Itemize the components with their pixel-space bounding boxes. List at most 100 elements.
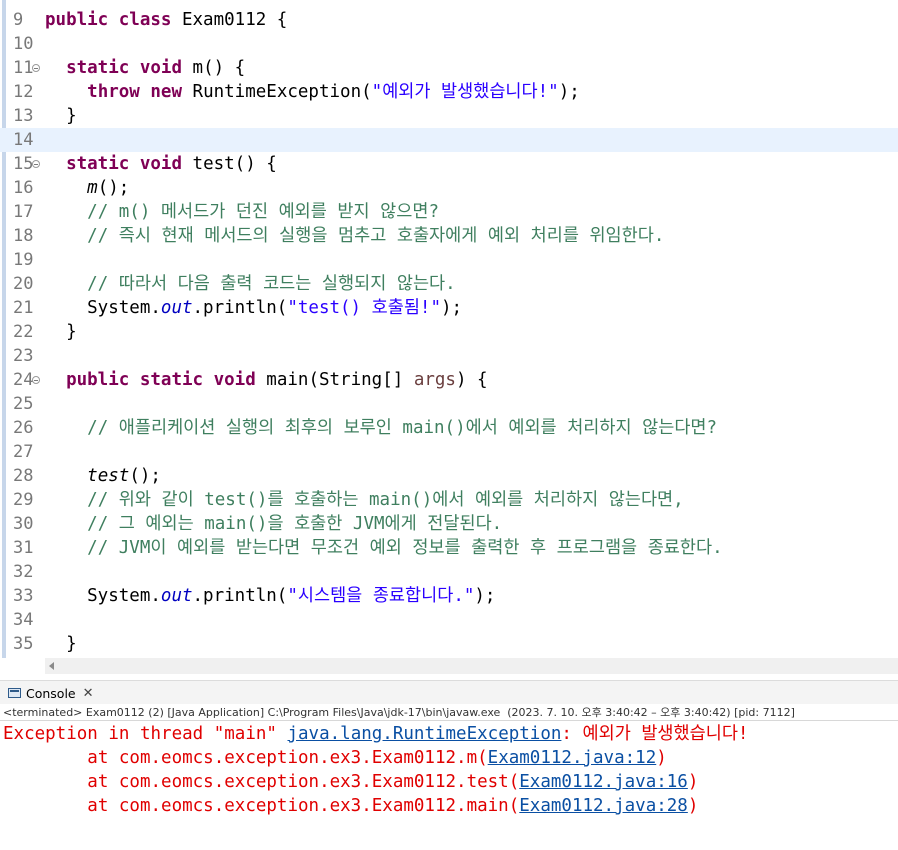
- code-text: test();: [45, 464, 161, 488]
- horizontal-scrollbar[interactable]: [45, 658, 898, 674]
- code-token: public: [45, 10, 109, 30]
- code-text: System.out.println("시스템을 종료합니다.");: [45, 584, 495, 608]
- console-status: <terminated> Exam0112 (2) [Java Applicat…: [0, 704, 898, 721]
- line-number: 30: [13, 514, 34, 534]
- error-text: at com.eomcs.exception.ex3.Exam0112.main…: [3, 796, 520, 816]
- code-text: }: [45, 320, 77, 344]
- stack-trace-link[interactable]: Exam0112.java:16: [519, 772, 688, 792]
- code-token: public: [66, 370, 130, 390]
- console-icon: [8, 688, 21, 698]
- error-text: : 예외가 발생했습니다!: [561, 724, 749, 744]
- close-icon[interactable]: ✕: [83, 686, 94, 701]
- code-line[interactable]: 22 }: [0, 320, 898, 344]
- code-text: // 따라서 다음 출력 코드는 실행되지 않는다.: [45, 272, 456, 296]
- code-line[interactable]: 14: [0, 128, 898, 152]
- code-line[interactable]: 31 // JVM이 예외를 받는다면 무조건 예외 정보를 출력한 후 프로그…: [0, 536, 898, 560]
- code-text: static void test() {: [45, 152, 277, 176]
- code-token: // 즉시 현재 메서드의 실행을 멈추고 호출자에게 예외 처리를 위임한다.: [87, 226, 665, 246]
- code-line[interactable]: 25: [0, 392, 898, 416]
- line-number: 22: [13, 322, 34, 342]
- line-number: 19: [13, 250, 34, 270]
- line-number: 13: [13, 106, 34, 126]
- code-token: }: [45, 322, 77, 342]
- code-line[interactable]: 17 // m() 메서드가 던진 예외를 받지 않으면?: [0, 200, 898, 224]
- console-output-line: Exception in thread "main" java.lang.Run…: [3, 722, 748, 746]
- code-text: public class Exam0112 {: [45, 8, 287, 32]
- line-number: 18: [13, 226, 34, 246]
- code-line[interactable]: 23: [0, 344, 898, 368]
- code-line[interactable]: 10: [0, 32, 898, 56]
- code-line[interactable]: 32: [0, 560, 898, 584]
- error-text: ): [687, 796, 699, 816]
- scroll-left-arrow-icon[interactable]: [49, 662, 54, 670]
- line-number: 31: [13, 538, 34, 558]
- code-token: m: [87, 178, 98, 198]
- line-number: 25: [13, 394, 34, 414]
- line-number: 14: [13, 130, 34, 150]
- line-number: 16: [13, 178, 34, 198]
- line-number: 23: [13, 346, 34, 366]
- code-line[interactable]: 34: [0, 608, 898, 632]
- stack-trace-link[interactable]: Exam0112.java:28: [519, 796, 688, 816]
- code-line[interactable]: 21 System.out.println("test() 호출됨!");: [0, 296, 898, 320]
- code-token: args: [413, 370, 456, 390]
- code-line[interactable]: 18 // 즉시 현재 메서드의 실행을 멈추고 호출자에게 예외 처리를 위임…: [0, 224, 898, 248]
- line-number: 35: [13, 634, 34, 654]
- code-editor[interactable]: 9 public class Exam0112 { 10 11 static void…: [0, 0, 898, 658]
- code-line[interactable]: 24 public static void main(String[] args…: [0, 368, 898, 392]
- code-line[interactable]: 19: [0, 248, 898, 272]
- code-token: }: [45, 106, 77, 126]
- code-token: RuntimeException(: [182, 82, 372, 102]
- code-token: // JVM이 예외를 받는다면 무조건 예외 정보를 출력한 후 프로그램을 …: [87, 538, 723, 558]
- code-text: }: [45, 104, 77, 128]
- code-line[interactable]: 16 m();: [0, 176, 898, 200]
- code-token: class: [118, 10, 172, 30]
- console-output-line: at com.eomcs.exception.ex3.Exam0112.main…: [3, 794, 698, 818]
- code-token: test: [87, 466, 130, 486]
- code-line[interactable]: 28 test();: [0, 464, 898, 488]
- console-tab[interactable]: Console ✕: [2, 681, 94, 705]
- code-line[interactable]: 33 System.out.println("시스템을 종료합니다.");: [0, 584, 898, 608]
- code-token: );: [558, 82, 580, 102]
- code-token: .println(: [192, 298, 288, 318]
- code-line[interactable]: 29 // 위와 같이 test()를 호출하는 main()에서 예외를 처리…: [0, 488, 898, 512]
- code-token: // 따라서 다음 출력 코드는 실행되지 않는다.: [87, 274, 456, 294]
- line-number: 9: [13, 10, 24, 30]
- code-token: }: [45, 634, 77, 654]
- line-number: 20: [13, 274, 34, 294]
- code-line[interactable]: 26 // 애플리케이션 실행의 최후의 보루인 main()에서 예외를 처리…: [0, 416, 898, 440]
- stack-trace-link[interactable]: java.lang.RuntimeException: [287, 724, 561, 744]
- code-token: Exam0112 {: [171, 10, 288, 30]
- code-line[interactable]: 13 }: [0, 104, 898, 128]
- code-line[interactable]: 12 throw new RuntimeException("예외가 발생했습니…: [0, 80, 898, 104]
- collapse-marker-icon[interactable]: [32, 64, 40, 72]
- stack-trace-link[interactable]: Exam0112.java:12: [488, 748, 657, 768]
- code-text: // 애플리케이션 실행의 최후의 보루인 main()에서 예외를 처리하지 …: [45, 416, 717, 440]
- code-line[interactable]: 11 static void m() {: [0, 56, 898, 80]
- line-number: 10: [13, 34, 34, 54]
- code-token: void: [213, 370, 256, 390]
- code-token: void: [139, 58, 182, 78]
- code-line[interactable]: 30 // 그 예외는 main()을 호출한 JVM에게 전달된다.: [0, 512, 898, 536]
- collapse-marker-icon[interactable]: [32, 160, 40, 168]
- code-token: // m() 메서드가 던진 예외를 받지 않으면?: [87, 202, 439, 222]
- code-token: "test() 호출됨!": [287, 298, 442, 318]
- error-text: Exception in thread "main": [3, 724, 288, 744]
- code-line[interactable]: 35 }: [0, 632, 898, 656]
- code-line[interactable]: 15 static void test() {: [0, 152, 898, 176]
- collapse-marker-icon[interactable]: [32, 376, 40, 384]
- code-line[interactable]: 20 // 따라서 다음 출력 코드는 실행되지 않는다.: [0, 272, 898, 296]
- error-text: ): [656, 748, 667, 768]
- code-text: throw new RuntimeException("예외가 발생했습니다!"…: [45, 80, 580, 104]
- console-tab-label: Console: [26, 685, 76, 701]
- code-line[interactable]: 9 public class Exam0112 {: [0, 8, 898, 32]
- code-line[interactable]: 27: [0, 440, 898, 464]
